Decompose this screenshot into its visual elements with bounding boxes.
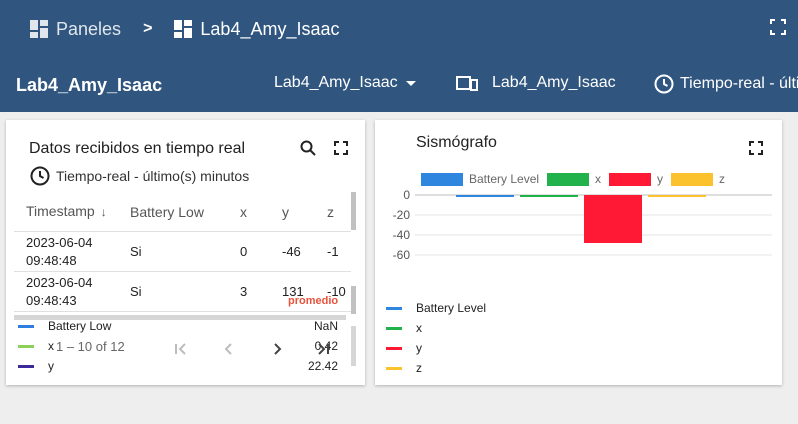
bar-x[interactable]: [520, 195, 578, 197]
timewindow-label: Tiempo-real - últim: [680, 75, 798, 92]
legend-swatch: [421, 172, 463, 186]
cell-battery-low: Si: [130, 284, 142, 299]
next-page-icon[interactable]: [265, 337, 289, 361]
entity-alias-button[interactable]: Lab4_Amy_Isaac: [456, 74, 616, 92]
fullscreen-icon[interactable]: [770, 19, 786, 35]
y-tick-label: -40: [393, 228, 411, 242]
bar-y[interactable]: [584, 195, 642, 243]
top-app-bar: Paneles > Lab4_Amy_Isaac Lab4_Amy_Isaac …: [0, 0, 798, 112]
column-header-z[interactable]: z: [319, 204, 351, 220]
cell-x: 3: [240, 284, 248, 299]
vertical-scrollbar[interactable]: [351, 326, 356, 366]
legend-swatch: [386, 326, 402, 330]
column-header-y[interactable]: y: [276, 204, 319, 220]
fullscreen-icon[interactable]: [749, 141, 763, 155]
clock-icon: [30, 166, 50, 186]
chart-bottom-legend: Battery Level x y z: [386, 298, 486, 378]
legend-item[interactable]: Battery Level: [386, 298, 486, 318]
legend-swatch: [547, 172, 590, 186]
arrow-down-icon: ↓: [100, 205, 107, 219]
legend-item[interactable]: Battery Level: [421, 172, 539, 186]
legend-item[interactable]: x: [547, 172, 601, 186]
y-tick-label: -60: [393, 248, 411, 262]
cell-z: -1: [327, 244, 339, 259]
dashboards-icon: [30, 20, 48, 38]
y-tick-label: 0: [403, 188, 410, 202]
legend-swatch: [386, 366, 402, 370]
legend-item[interactable]: z: [386, 358, 486, 378]
table-row[interactable]: 2023-06-04 09:48:48 Si 0 -46 -1: [14, 232, 351, 272]
bar-z[interactable]: [648, 195, 706, 197]
bar-battery-level[interactable]: [456, 195, 514, 197]
y-tick-label: -20: [393, 208, 411, 222]
dashboard-state-label: Lab4_Amy_Isaac: [274, 74, 398, 91]
widget-timewindow-label: Tiempo-real - último(s) minutos: [56, 168, 250, 184]
legend-item[interactable]: z: [671, 172, 725, 186]
breadcrumb-dashboards-link[interactable]: Paneles: [56, 19, 121, 40]
cell-timestamp: 2023-06-04 09:48:43: [26, 274, 93, 308]
column-header-battery-low[interactable]: Battery Low: [120, 204, 226, 220]
table-header-row: Timestamp ↓ Battery Low x y z: [14, 192, 351, 232]
legend-item[interactable]: y: [609, 172, 663, 186]
vertical-scrollbar[interactable]: [351, 192, 356, 230]
data-table: Timestamp ↓ Battery Low x y z 2023-06-04 0…: [14, 192, 351, 312]
legend-item: Battery Low NaN: [18, 316, 348, 336]
bar-chart: 0 -20 -40 -60: [393, 188, 772, 262]
widget-title: Sismógrafo: [416, 134, 497, 151]
widget-timewindow: Tiempo-real - último(s) minutos: [30, 166, 249, 186]
search-icon[interactable]: [300, 140, 316, 156]
dashboard-icon: [174, 20, 193, 38]
legend-swatch: [386, 346, 402, 350]
legend-swatch: [609, 172, 652, 186]
column-header-x[interactable]: x: [226, 204, 276, 220]
legend-swatch: [18, 324, 34, 328]
vertical-scrollbar[interactable]: [351, 286, 356, 314]
fullscreen-icon[interactable]: [334, 141, 348, 155]
column-header-timestamp[interactable]: Timestamp ↓: [14, 202, 120, 221]
dashboard-state-select[interactable]: Lab4_Amy_Isaac: [274, 74, 416, 92]
legend-item[interactable]: x: [386, 318, 486, 338]
overlay-label: promedio: [288, 295, 339, 307]
legend-swatch: [18, 344, 34, 348]
breadcrumb-separator: >: [143, 20, 153, 37]
cell-x: 0: [240, 244, 248, 259]
paginator-range: 1 – 10 of 12: [56, 339, 125, 354]
entity-alias-label: Lab4_Amy_Isaac: [492, 74, 616, 91]
devices-icon: [456, 75, 478, 91]
breadcrumb-current: Lab4_Amy_Isaac: [200, 18, 340, 39]
chart-widget: Sismógrafo Battery Level x y z 0 -20 -40 -6…: [375, 120, 782, 385]
last-page-icon[interactable]: [311, 337, 335, 361]
dashboard-title: Lab4_Amy_Isaac: [16, 75, 163, 95]
paginator: 1 – 10 of 12: [56, 339, 125, 354]
timewindow-button[interactable]: Tiempo-real - últim: [654, 74, 798, 94]
cell-y: -46: [282, 244, 301, 259]
cell-timestamp: 2023-06-04 09:48:48: [26, 234, 93, 268]
first-page-icon[interactable]: [169, 337, 193, 361]
legend-swatch: [671, 172, 714, 186]
breadcrumb: Paneles > Lab4_Amy_Isaac: [30, 16, 340, 42]
chart-legend: Battery Level x y z: [421, 172, 733, 186]
legend-item[interactable]: y: [386, 338, 486, 358]
table-widget: Datos recibidos en tiempo real Tiempo-re…: [6, 120, 365, 385]
chevron-down-icon: [405, 80, 416, 86]
legend-swatch: [18, 364, 34, 368]
clock-icon: [654, 74, 674, 94]
previous-page-icon[interactable]: [217, 337, 241, 361]
cell-battery-low: Si: [130, 244, 142, 259]
widget-title: Datos recibidos en tiempo real: [29, 140, 246, 157]
legend-swatch: [386, 306, 402, 310]
